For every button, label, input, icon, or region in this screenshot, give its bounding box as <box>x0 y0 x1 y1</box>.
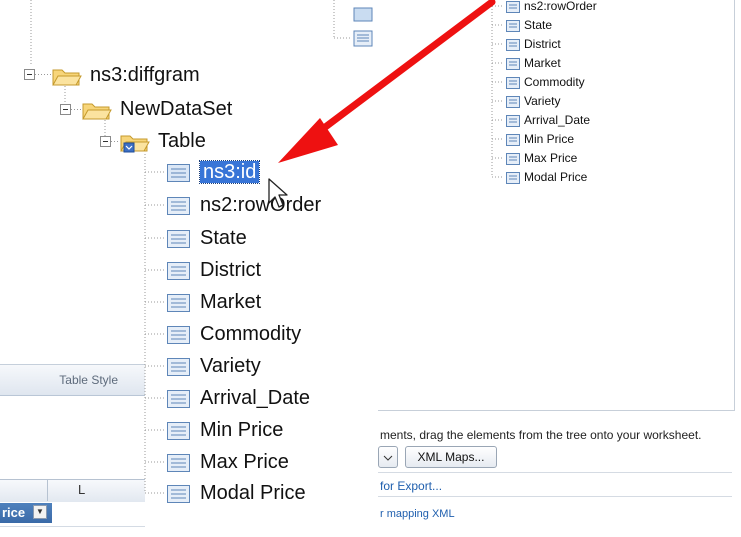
small-tree-item[interactable]: Min Price <box>506 131 574 147</box>
divider <box>378 496 732 497</box>
small-tree-item[interactable]: Max Price <box>506 150 577 166</box>
xml-element-icon <box>167 421 190 440</box>
tree-node-label: Modal Price <box>200 482 306 504</box>
small-tree-item[interactable]: Market <box>506 55 561 71</box>
tree-node-ns3-id[interactable]: ns3:id <box>166 156 261 188</box>
divider <box>378 472 732 473</box>
tree-node-item[interactable]: Market <box>166 286 261 318</box>
tree-node-item[interactable]: Min Price <box>166 414 283 446</box>
small-tree-item[interactable]: State <box>506 17 552 33</box>
tree-node-label: Variety <box>200 355 261 377</box>
xml-element-icon <box>167 163 190 182</box>
tree-node-label: State <box>200 227 247 249</box>
small-tree-item[interactable]: Variety <box>506 93 560 109</box>
selected-tree-label: ns3:id <box>198 160 261 184</box>
tree-node-table[interactable]: Table <box>120 125 206 157</box>
tree-node-label: Min Price <box>200 419 284 441</box>
small-tree-label: ns2:rowOrder <box>524 0 597 13</box>
small-tree-label: Commodity <box>524 75 585 89</box>
tree-node-label: District <box>200 259 262 281</box>
small-tree-item[interactable]: Commodity <box>506 74 585 90</box>
xml-element-icon <box>167 484 190 503</box>
small-tree-label: Variety <box>524 94 561 108</box>
small-tree-item[interactable]: Modal Price <box>506 169 587 185</box>
verify-map-for-export-link[interactable]: for Export... <box>380 479 442 493</box>
red-arrow-icon <box>278 0 496 163</box>
tree-node-label: Market <box>200 291 262 313</box>
tree-node-item[interactable]: State <box>166 222 247 254</box>
tree-node-label: Table <box>158 130 206 152</box>
xml-source-hint: ments, drag the elements from the tree o… <box>380 428 702 442</box>
xml-element-icon <box>167 229 190 248</box>
minus-box-icon <box>24 69 35 80</box>
tree-node-label: ns3:diffgram <box>90 64 200 86</box>
tree-node-item[interactable]: Arrival_Date <box>166 382 310 414</box>
xml-element-icon <box>167 261 190 280</box>
small-tree-label: Modal Price <box>524 170 588 184</box>
xml-maps-button[interactable]: XML Maps... <box>405 446 497 468</box>
xml-element-icon <box>167 325 190 344</box>
options-dropdown-button[interactable] <box>378 446 398 468</box>
tree-node-item[interactable]: Commodity <box>166 318 301 350</box>
small-tree-label: Max Price <box>524 151 578 165</box>
xml-element-icon <box>167 196 190 215</box>
xml-element-icon <box>167 389 190 408</box>
small-tree-label: State <box>524 18 553 32</box>
tree-node-label: NewDataSet <box>120 98 233 120</box>
tips-mapping-xml-link[interactable]: r mapping XML <box>380 508 455 520</box>
tree-node-item[interactable]: Variety <box>166 350 261 382</box>
tree-node-item[interactable]: Max Price <box>166 446 289 478</box>
folder-table-icon <box>120 135 150 153</box>
tree-node-item[interactable]: District <box>166 254 261 286</box>
minus-box-icon <box>100 136 111 147</box>
folder-icon <box>82 103 112 120</box>
xml-element-icon <box>167 293 190 312</box>
chevron-down-icon <box>383 455 393 461</box>
small-tree-label: District <box>524 37 561 51</box>
tree-node-label: ns2:rowOrder <box>200 194 322 216</box>
tree-node-label: Max Price <box>200 451 289 473</box>
small-tree-label: Market <box>524 56 561 70</box>
small-tree-item[interactable]: ns2:rowOrder <box>506 0 597 14</box>
small-tree-label: Arrival_Date <box>524 113 591 127</box>
tree-node-label: Arrival_Date <box>200 387 311 409</box>
folder-icon <box>52 69 82 86</box>
minus-box-icon <box>60 104 71 115</box>
tree-node-item[interactable]: ns2:rowOrder <box>166 189 321 221</box>
tree-node-newdataset[interactable]: NewDataSet <box>82 93 232 125</box>
small-tree-label: Min Price <box>524 132 575 146</box>
tree-node-label: Commodity <box>200 323 302 345</box>
tree-node-item[interactable]: Modal Price <box>166 477 306 509</box>
xml-element-icon <box>167 357 190 376</box>
small-tree-item[interactable]: District <box>506 36 561 52</box>
small-tree-item[interactable]: Arrival_Date <box>506 112 590 128</box>
tree-node-diffgram[interactable]: ns3:diffgram <box>52 59 200 91</box>
mouse-pointer-icon <box>268 178 288 208</box>
xml-element-icon <box>167 453 190 472</box>
